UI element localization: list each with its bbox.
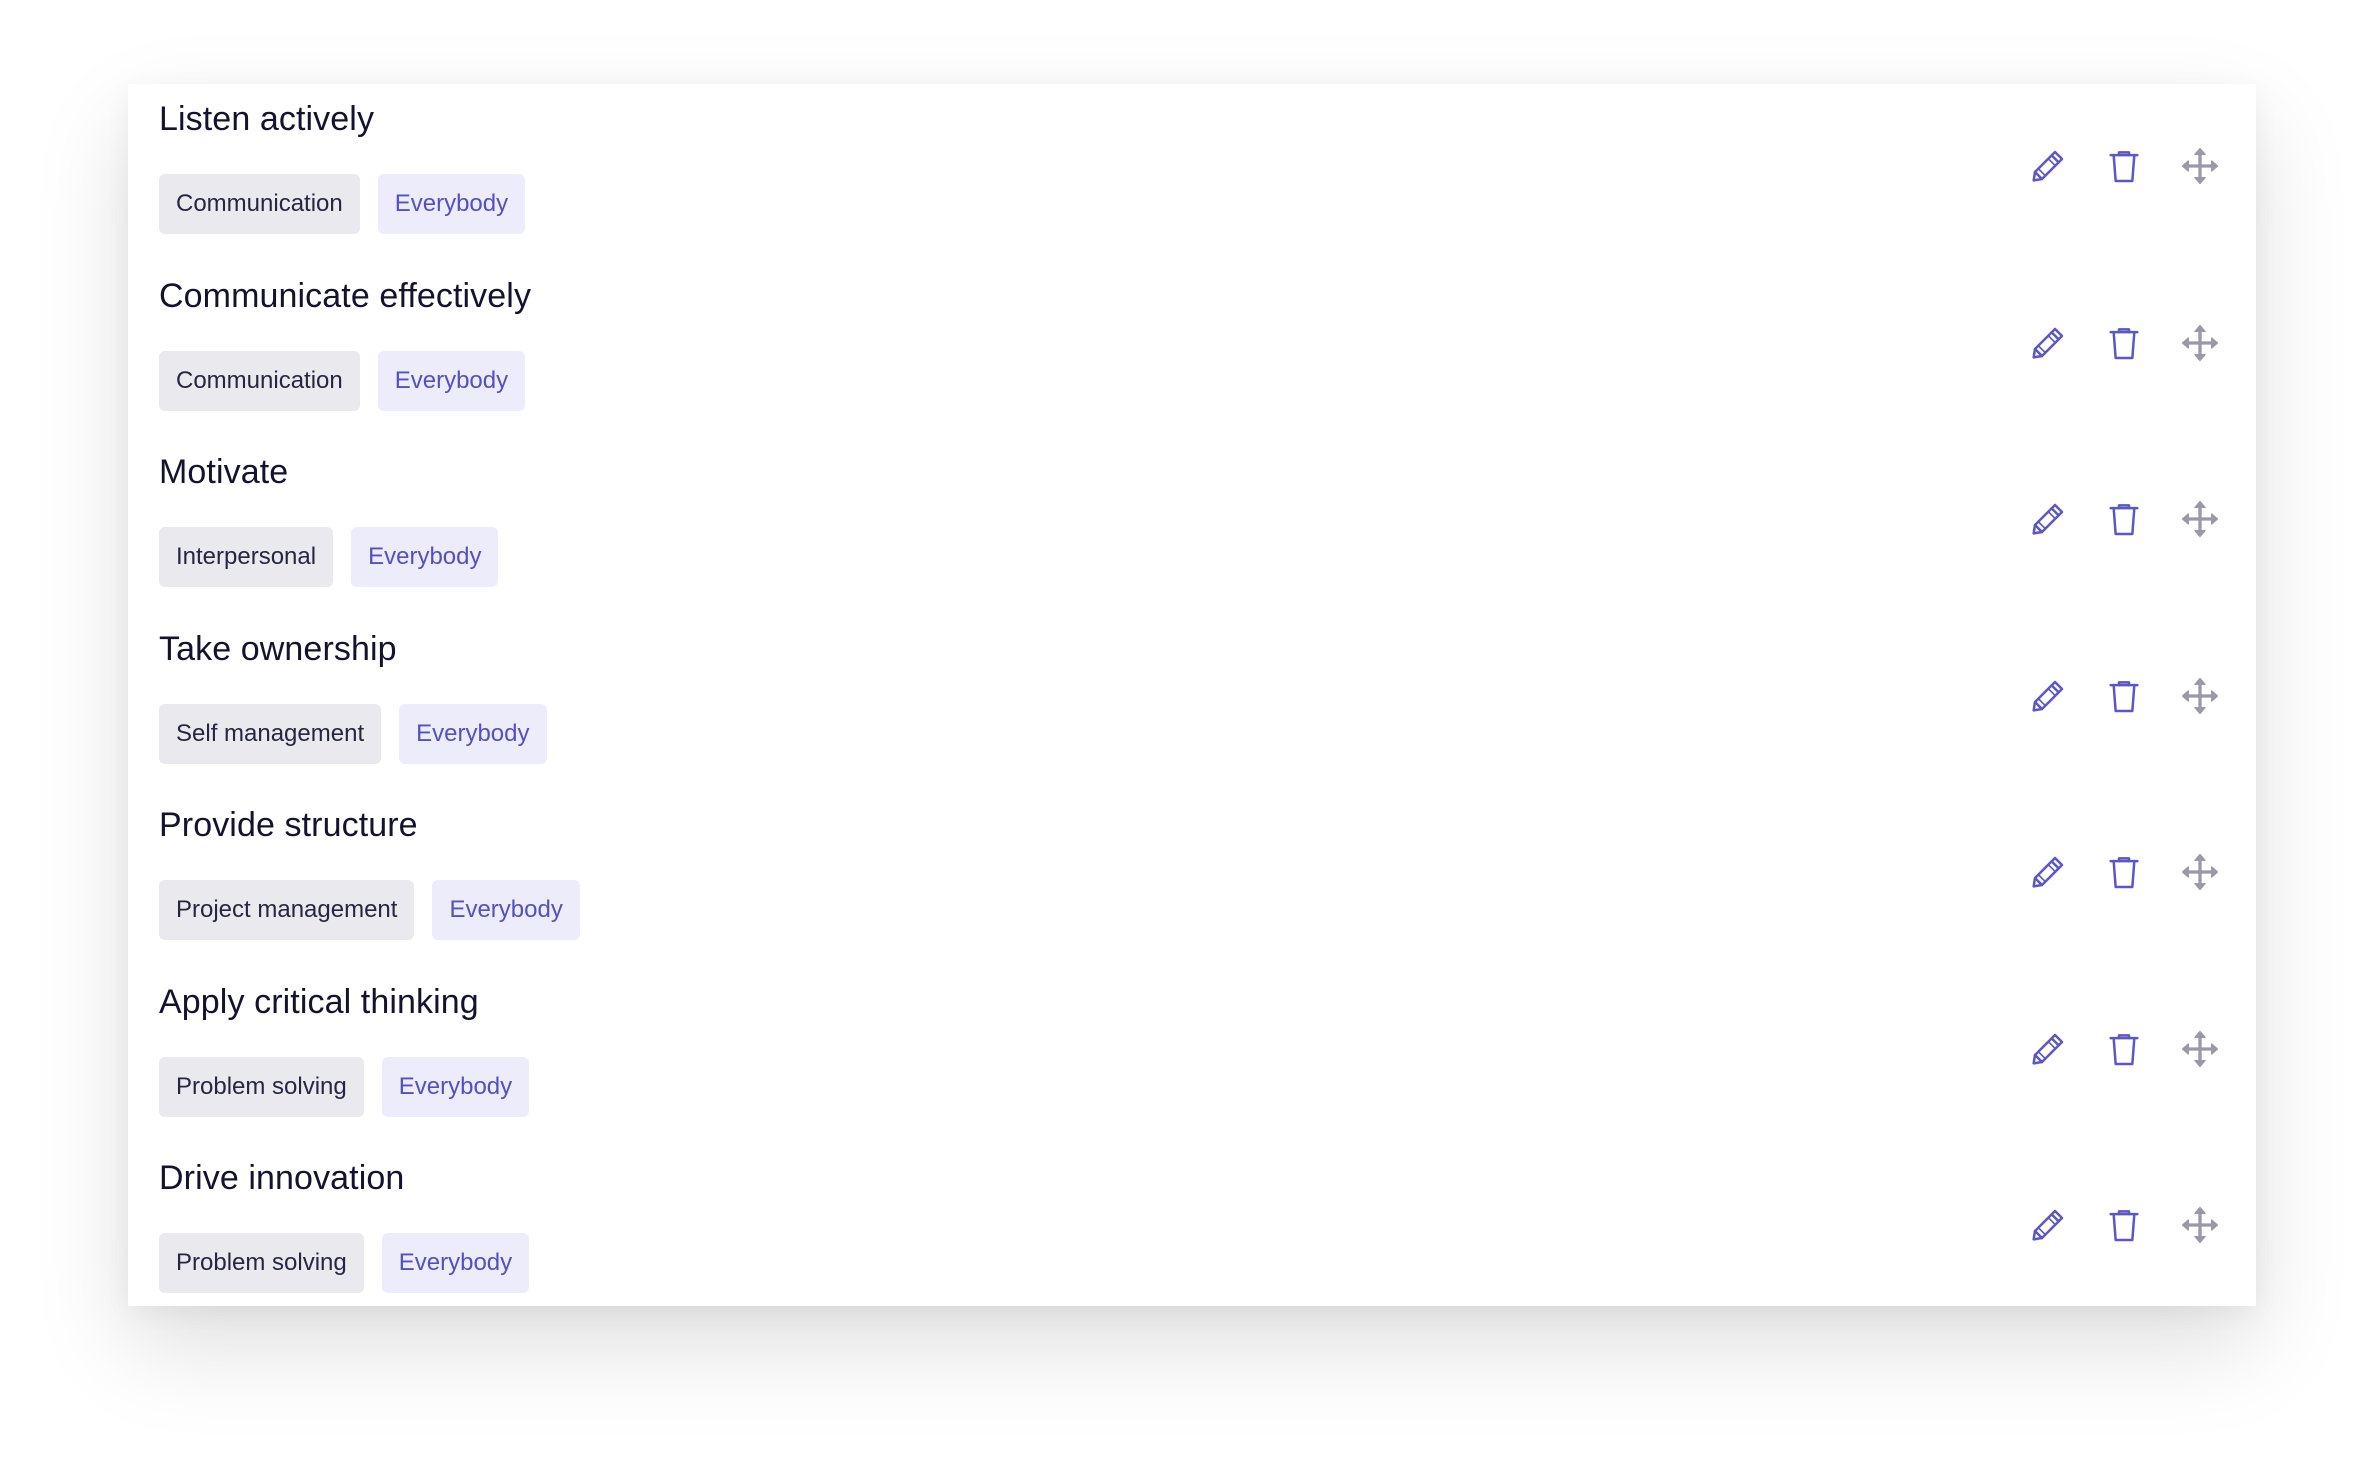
skill-title: Provide structure [159, 806, 418, 844]
category-tag: Interpersonal [159, 527, 334, 587]
audience-tag: Everybody [377, 174, 526, 234]
skill-tags: Self management Everybody [159, 703, 547, 764]
trash-icon[interactable] [2104, 1205, 2144, 1245]
move-icon[interactable] [2180, 676, 2220, 716]
category-tag: Communication [159, 350, 360, 411]
skill-tags: Project management Everybody [159, 880, 580, 940]
row-actions [2028, 1205, 2220, 1245]
skill-title: Listen actively [159, 100, 375, 138]
pencil-icon[interactable] [2028, 676, 2068, 716]
list-item: Apply critical thinking Problem solving … [128, 967, 2256, 1144]
row-actions [2028, 1029, 2220, 1069]
skill-title: Take ownership [159, 629, 397, 668]
pencil-icon[interactable] [2028, 499, 2068, 539]
list-item: Provide structure Project management Eve… [128, 790, 2256, 967]
move-icon[interactable] [2180, 1029, 2220, 1069]
trash-icon[interactable] [2104, 499, 2144, 539]
list-item: Communicate effectively Communication Ev… [128, 261, 2256, 438]
row-actions [2028, 323, 2220, 363]
trash-icon[interactable] [2104, 146, 2144, 186]
pencil-icon[interactable] [2028, 852, 2068, 892]
audience-tag: Everybody [377, 350, 526, 411]
skill-tags: Communication Everybody [159, 350, 526, 411]
skills-list: Listen actively Communication Everybody [128, 84, 2256, 1306]
audience-tag: Everybody [381, 1056, 530, 1117]
skill-title: Motivate [159, 453, 289, 491]
skill-title: Communicate effectively [159, 276, 532, 315]
trash-icon[interactable] [2104, 676, 2144, 716]
list-item: Take ownership Self management Everybody [128, 614, 2256, 791]
trash-icon[interactable] [2104, 323, 2144, 363]
skill-tags: Problem solving Everybody [159, 1056, 530, 1117]
skills-list-card: Listen actively Communication Everybody [128, 84, 2256, 1306]
audience-tag: Everybody [399, 703, 547, 764]
skill-tags: Interpersonal Everybody [159, 527, 499, 587]
skill-tags: Communication Everybody [159, 174, 526, 234]
skill-tags: Problem solving Everybody [159, 1233, 530, 1293]
move-icon[interactable] [2180, 146, 2220, 186]
trash-icon[interactable] [2104, 1029, 2144, 1069]
pencil-icon[interactable] [2028, 323, 2068, 363]
row-actions [2028, 499, 2220, 539]
skill-title: Drive innovation [159, 1159, 405, 1197]
audience-tag: Everybody [351, 527, 499, 587]
list-item: Listen actively Communication Everybody [128, 84, 2256, 261]
row-actions [2028, 676, 2220, 716]
audience-tag: Everybody [381, 1233, 530, 1293]
move-icon[interactable] [2180, 1205, 2220, 1245]
category-tag: Communication [159, 174, 360, 234]
move-icon[interactable] [2180, 499, 2220, 539]
trash-icon[interactable] [2104, 852, 2144, 892]
list-item: Motivate Interpersonal Everybody [128, 437, 2256, 614]
category-tag: Problem solving [159, 1233, 364, 1293]
skill-title: Apply critical thinking [159, 982, 479, 1021]
move-icon[interactable] [2180, 852, 2220, 892]
category-tag: Project management [159, 880, 415, 940]
category-tag: Self management [159, 703, 382, 764]
audience-tag: Everybody [432, 880, 580, 940]
list-item: Drive innovation Problem solving Everybo… [128, 1143, 2256, 1306]
row-actions [2028, 146, 2220, 186]
move-icon[interactable] [2180, 323, 2220, 363]
category-tag: Problem solving [159, 1056, 364, 1117]
row-actions [2028, 852, 2220, 892]
pencil-icon[interactable] [2028, 146, 2068, 186]
pencil-icon[interactable] [2028, 1029, 2068, 1069]
pencil-icon[interactable] [2028, 1205, 2068, 1245]
